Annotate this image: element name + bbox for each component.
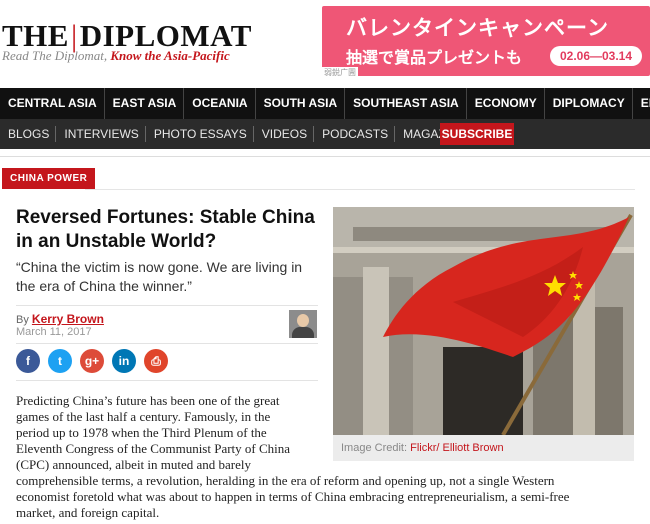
- section-tag-china-power[interactable]: CHINA POWER: [2, 168, 96, 189]
- avatar-body-shape: [292, 327, 314, 338]
- ad-label: 弱鋭广圊: [322, 67, 358, 78]
- section-divider: [85, 189, 635, 190]
- nav-item-central-asia[interactable]: CENTRAL ASIA: [0, 88, 105, 119]
- twitter-icon[interactable]: t: [48, 349, 72, 373]
- avatar-head-shape: [297, 314, 309, 327]
- facebook-icon[interactable]: f: [16, 349, 40, 373]
- article-title: Reversed Fortunes: Stable China in an Un…: [16, 207, 315, 252]
- advertisement-banner[interactable]: バレンタインキャンペーン 抽選で賞品プレゼントも 02.06—03.14: [322, 6, 650, 76]
- main-navigation: CENTRAL ASIA EAST ASIA OCEANIA SOUTH ASIA SO…: [0, 88, 650, 119]
- share-top-rule: [16, 343, 318, 344]
- byline-prefix: By: [16, 314, 29, 326]
- ad-date-range: 02.06—03.14: [550, 46, 642, 66]
- nav-item-videos[interactable]: VIDEOS: [254, 126, 315, 142]
- linkedin-icon[interactable]: in: [112, 349, 136, 373]
- print-icon[interactable]: ⎙: [144, 349, 168, 373]
- site-tagline: Read The Diplomat, Know the Asia-Pacific: [2, 48, 230, 64]
- body-line: economist foretold what was about to hap…: [16, 489, 570, 504]
- ad-headline: バレンタインキャンペーン: [346, 17, 609, 40]
- nav-item-photo-essays[interactable]: PHOTO ESSAYS: [146, 126, 254, 142]
- subscribe-button[interactable]: SUBSCRIBE: [440, 123, 514, 145]
- article-dek: “China the victim is now gone. We are li…: [16, 259, 303, 294]
- nav-item-southeast-asia[interactable]: SOUTHEAST ASIA: [345, 88, 467, 119]
- google-plus-icon[interactable]: g+: [80, 349, 104, 373]
- china-flag-photo: [333, 207, 634, 435]
- publish-date: March 11, 2017: [16, 326, 92, 338]
- article-photo[interactable]: [333, 207, 634, 435]
- nav-item-oceania[interactable]: OCEANIA: [184, 88, 256, 119]
- secondary-navigation: BLOGS INTERVIEWS PHOTO ESSAYS VIDEOS PODCAST…: [0, 119, 650, 149]
- body-line: comprehensible terms, a revolution, hera…: [16, 473, 555, 488]
- author-link[interactable]: Kerry Brown: [32, 312, 104, 326]
- byline: By Kerry Brown: [16, 312, 104, 326]
- tagline-emphasis: Know the Asia-Pacific: [110, 48, 230, 63]
- nav-item-podcasts[interactable]: PODCASTS: [314, 126, 396, 142]
- share-bottom-rule: [16, 380, 318, 381]
- tagline-plain: Read The Diplomat,: [2, 48, 108, 63]
- credit-label: Image Credit:: [341, 442, 408, 454]
- credit-link[interactable]: Flickr/ Elliott Brown: [410, 442, 504, 454]
- byline-top-rule: [16, 305, 318, 306]
- nav-item-environment[interactable]: ENVIRON: [633, 88, 650, 119]
- nav-item-blogs[interactable]: BLOGS: [0, 126, 57, 142]
- ad-subline: 抽選で賞品プレゼントも: [346, 50, 523, 67]
- nav-item-diplomacy[interactable]: DIPLOMACY: [545, 88, 633, 119]
- image-credit: Image Credit: Flickr/ Elliott Brown: [333, 435, 634, 461]
- nav-item-east-asia[interactable]: EAST ASIA: [105, 88, 185, 119]
- nav-item-economy[interactable]: ECONOMY: [467, 88, 545, 119]
- body-line: market, and foreign capital.: [16, 505, 160, 520]
- author-avatar[interactable]: [289, 310, 317, 338]
- nav-item-south-asia[interactable]: SOUTH ASIA: [256, 88, 346, 119]
- header-divider: [0, 156, 650, 157]
- nav-item-interviews[interactable]: INTERVIEWS: [56, 126, 146, 142]
